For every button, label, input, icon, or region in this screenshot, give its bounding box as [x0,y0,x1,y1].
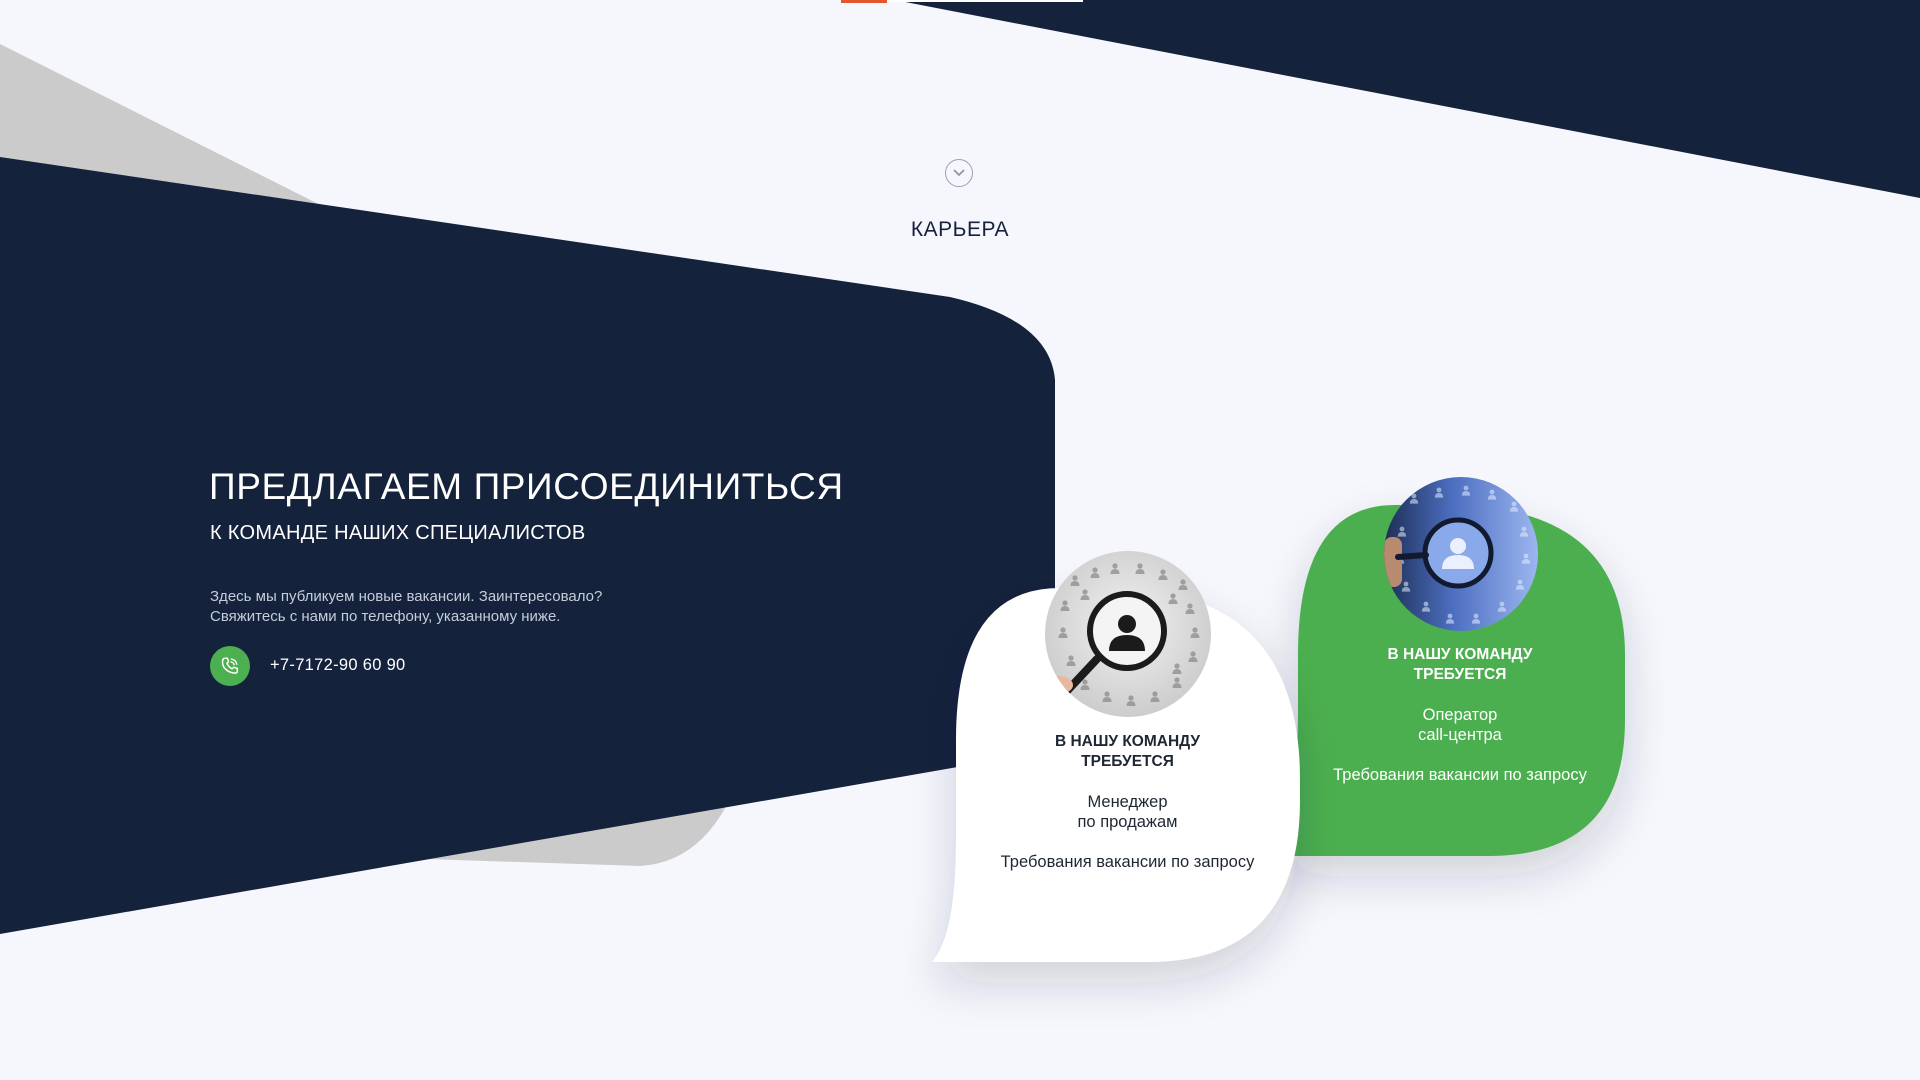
vacancy-heading-line1: В НАШУ КОМАНДУ [1054,733,1201,750]
magnifier-people-search-icon [1384,477,1538,631]
hero-description-line1: Здесь мы публикуем новые вакансии. Заинт… [210,588,603,605]
scroll-down-button[interactable] [945,159,973,187]
vacancy-role-line1: Оператор [1422,706,1498,724]
vacancy-card-call-center-operator[interactable]: В НАШУ КОМАНДУ ТРЕБУЕТСЯ Оператор call-ц… [1305,645,1615,785]
vacancy-requirements: Требования вакансии по запросу [1333,766,1587,784]
vacancy-heading-line1: В НАШУ КОМАНДУ [1387,646,1533,663]
vacancy-heading-line2: ТРЕБУЕТСЯ [1081,753,1174,770]
magnifier-people-search-icon [1045,551,1211,717]
vacancy-image-call-center-operator [1384,477,1538,631]
navy-panel [0,157,1055,934]
vacancy-requirements: Требования вакансии по запросу [1000,853,1255,871]
phone-call-icon[interactable] [210,646,250,686]
vacancy-image-sales-manager [1045,551,1211,717]
section-title: КАРЬЕРА [910,218,1010,241]
phone-number-link[interactable]: +7-7172-90 60 90 [270,656,406,675]
chevron-down-icon [953,169,965,177]
hero-description-line2: Свяжитесь с нами по телефону, указанному… [210,608,561,625]
hero-title: ПРЕДЛАГАЕМ ПРИСОЕДИНИТЬСЯ [209,466,844,507]
vacancy-role-line2: call-центра [1418,726,1502,744]
hero-subtitle: К КОМАНДЕ НАШИХ СПЕЦИАЛИСТОВ [210,522,586,544]
vacancy-role-line2: по продажам [1077,813,1178,831]
vacancy-heading-line2: ТРЕБУЕТСЯ [1413,666,1507,683]
hero-description: Здесь мы публикуем новые вакансии. Заинт… [210,587,730,627]
vacancy-role-line1: Менеджер [1087,793,1168,811]
top-right-navy-band [895,0,1920,198]
top-accent-white [887,0,1083,2]
top-accent-orange [841,0,887,3]
vacancy-card-sales-manager[interactable]: В НАШУ КОМАНДУ ТРЕБУЕТСЯ Менеджер по про… [980,732,1275,872]
